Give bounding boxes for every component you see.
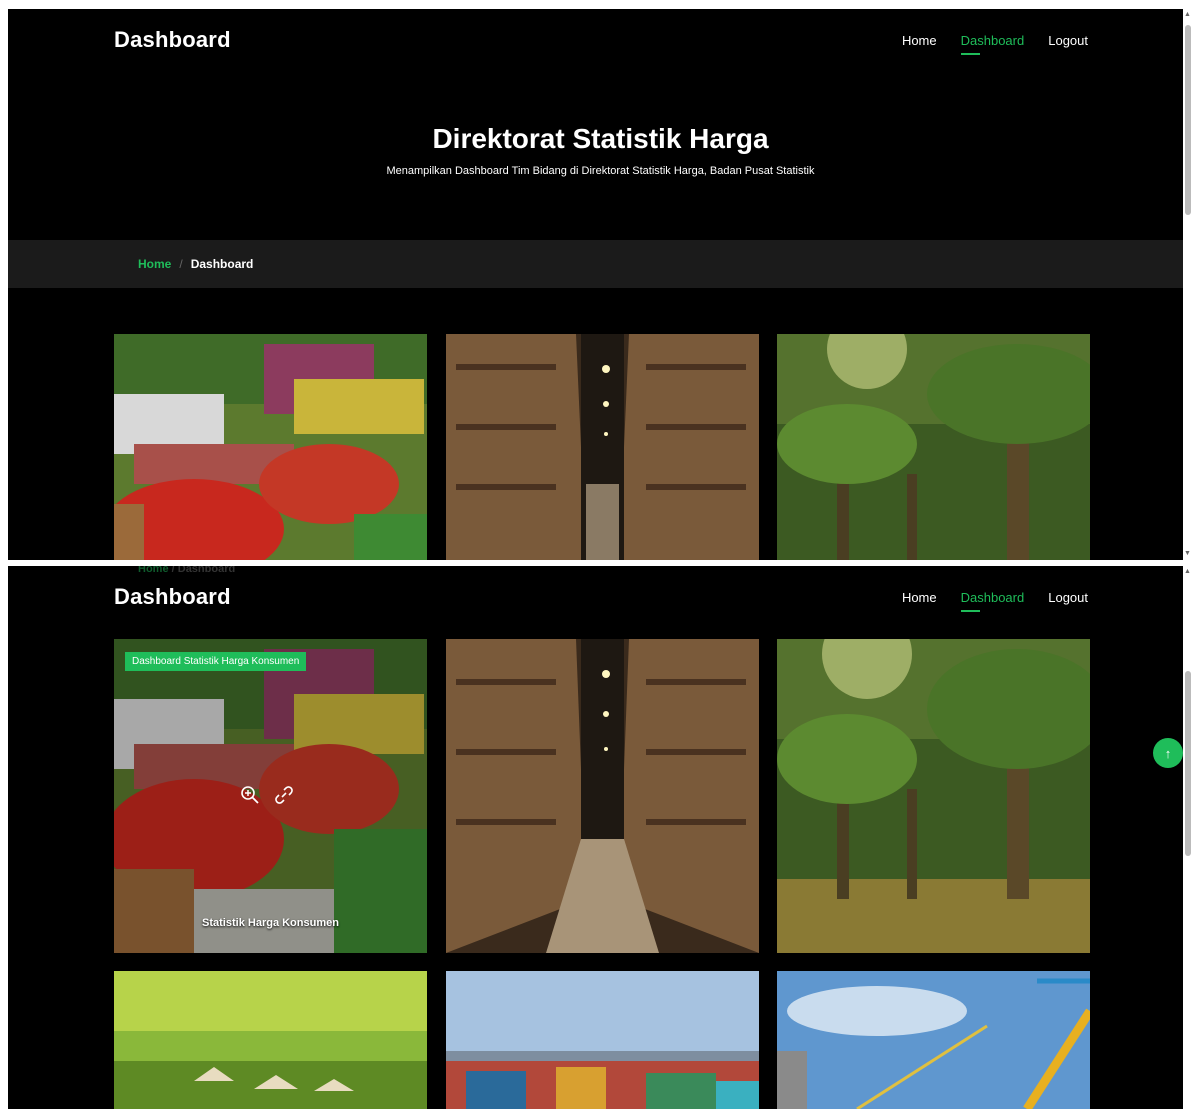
site-header: Dashboard Home Dashboard Logout (8, 9, 1183, 71)
scroll-up-arrow-icon[interactable]: ▲ (1184, 568, 1191, 576)
portfolio-card-rice-field[interactable] (114, 971, 427, 1109)
scrollbar[interactable]: ▲ (1183, 566, 1193, 1109)
card-title[interactable]: Statistik Harga Konsumen (114, 917, 427, 929)
page-view-scrolled: ▲ Home / Dashboard Dashboard Home Dashbo… (8, 566, 1193, 1109)
nav-home[interactable]: Home (902, 590, 937, 605)
scrollbar-thumb[interactable] (1185, 671, 1191, 856)
palm-plantation-image (777, 639, 1090, 953)
vegetables-market-image (114, 334, 427, 560)
construction-cranes-image (777, 971, 1090, 1109)
nav-logout[interactable]: Logout (1048, 33, 1088, 48)
scrollbar[interactable]: ▲ ▼ (1183, 9, 1193, 560)
rice-field-image (114, 971, 427, 1109)
portfolio-card-palm-plantation[interactable] (777, 639, 1090, 953)
main-nav: Home Dashboard Logout (902, 590, 1088, 612)
nav-dashboard[interactable]: Dashboard (960, 590, 1024, 612)
page-subtitle: Menampilkan Dashboard Tim Bidang di Dire… (386, 165, 815, 177)
portfolio-card-construction[interactable] (777, 971, 1090, 1109)
link-icon[interactable] (274, 785, 294, 805)
portfolio-card-vegetables-hover[interactable]: Dashboard Statistik Harga Konsumen Stati… (114, 639, 427, 953)
card-actions (240, 785, 294, 805)
portfolio-card-palm-plantation[interactable] (777, 334, 1090, 560)
site-header-sticky: Dashboard Home Dashboard Logout (8, 566, 1183, 628)
page-view-top: ▲ ▼ Dashboard Home Dashboard Logout Dire… (8, 9, 1193, 560)
scrollbar-thumb[interactable] (1185, 25, 1191, 215)
portfolio-card-container-port[interactable] (446, 971, 759, 1109)
breadcrumb: Home / Dashboard (138, 257, 253, 271)
scroll-down-arrow-icon[interactable]: ▼ (1184, 550, 1191, 558)
page-title: Direktorat Statistik Harga (432, 123, 769, 154)
nav-logout[interactable]: Logout (1048, 590, 1088, 605)
portfolio-card-warehouse[interactable] (446, 334, 759, 560)
breadcrumb-separator: / (179, 257, 183, 271)
breadcrumb-current: Dashboard (190, 257, 254, 271)
portfolio-card-warehouse[interactable] (446, 639, 759, 953)
nav-dashboard[interactable]: Dashboard (960, 33, 1024, 55)
brand-logo[interactable]: Dashboard (114, 584, 231, 610)
portfolio-card-vegetables[interactable] (114, 334, 427, 560)
zoom-in-icon[interactable] (240, 785, 260, 805)
nav-home[interactable]: Home (902, 33, 937, 48)
warehouse-image (446, 639, 759, 953)
breadcrumb-home-link[interactable]: Home (138, 257, 171, 271)
palm-plantation-image (777, 334, 1090, 560)
scroll-up-arrow-icon[interactable]: ▲ (1184, 11, 1191, 19)
main-nav: Home Dashboard Logout (902, 33, 1088, 55)
arrow-up-icon: ↑ (1164, 745, 1172, 761)
brand-logo[interactable]: Dashboard (114, 27, 231, 53)
warehouse-image (446, 334, 759, 560)
category-badge: Dashboard Statistik Harga Konsumen (125, 652, 307, 671)
breadcrumb-bar: Home / Dashboard (8, 240, 1183, 288)
container-port-image (446, 971, 759, 1109)
back-to-top-button[interactable]: ↑ (1153, 738, 1183, 768)
